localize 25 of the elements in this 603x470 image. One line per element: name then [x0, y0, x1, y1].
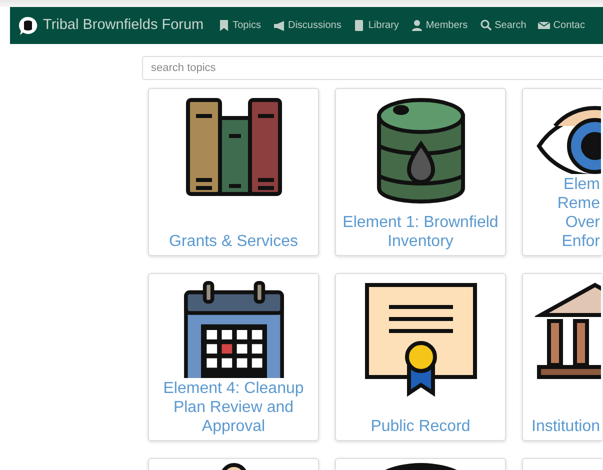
topic-card[interactable]: Element 4: Cleanup Plan Review and Approval	[148, 273, 319, 441]
book-icon	[353, 19, 366, 32]
certificate-icon	[362, 281, 478, 397]
topic-card[interactable]: Institution	[522, 273, 602, 441]
topic-card[interactable]: Grants & Services	[148, 88, 319, 256]
topic-card[interactable]: Elem Reme Over Enfor	[522, 88, 602, 256]
calendar-icon	[182, 281, 286, 379]
bookmark-icon	[218, 19, 230, 32]
envelope-icon	[538, 19, 550, 32]
megaphone-icon	[272, 19, 285, 32]
brand-link[interactable]: Tribal Brownfields Forum	[18, 14, 204, 36]
nav-link[interactable]: Contac	[538, 18, 585, 33]
topic-card[interactable]: Element 1: Brownfield Inventory	[335, 88, 506, 256]
search-icon	[480, 19, 492, 32]
nav-link[interactable]: Library	[353, 18, 399, 33]
museum-icon	[535, 281, 601, 381]
search-field[interactable]: search topics	[142, 56, 603, 80]
user-icon	[410, 19, 423, 32]
nav-link[interactable]: Discussions	[272, 18, 342, 33]
books-icon	[184, 96, 284, 196]
topic-card[interactable]: Public Record	[335, 273, 506, 441]
nav-link[interactable]: Topics	[218, 18, 261, 33]
nav-link[interactable]: Search	[480, 18, 526, 33]
chat-bubble-icon	[18, 16, 38, 36]
nav-link[interactable]: Members	[410, 18, 468, 33]
